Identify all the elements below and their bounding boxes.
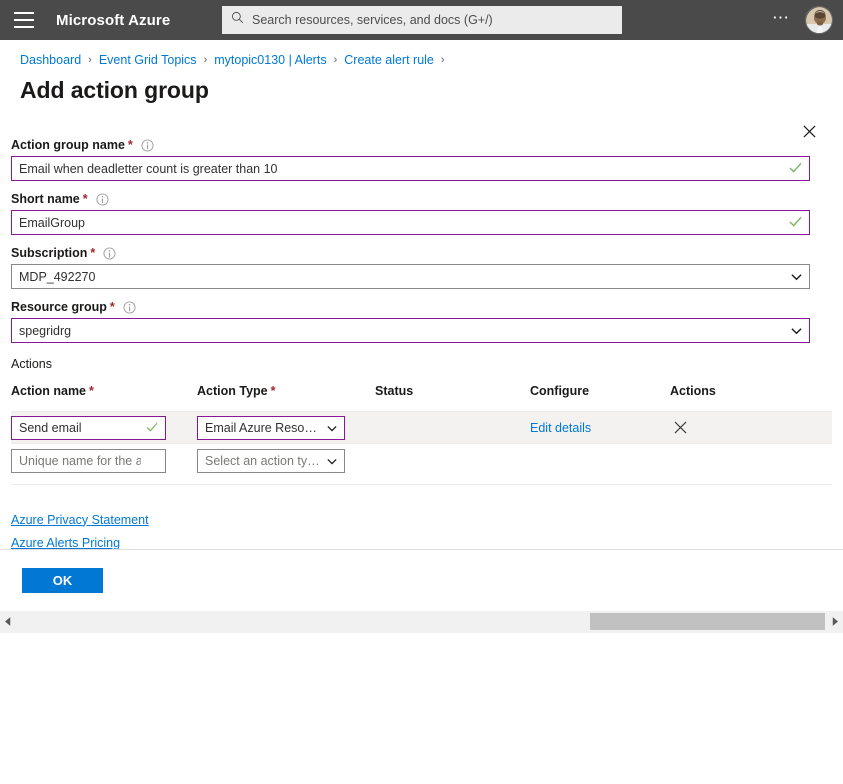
required-asterisk: * (90, 246, 96, 260)
column-header-action-name: Action name * (11, 384, 197, 412)
global-search-placeholder: Search resources, services, and docs (G+… (252, 13, 493, 27)
cell-action-type: Select an action type (197, 444, 375, 476)
search-icon (231, 11, 244, 29)
info-icon[interactable] (96, 192, 109, 206)
header-text: Actions (670, 384, 716, 398)
ellipsis-icon[interactable]: ⋯ (764, 9, 799, 32)
label-text: Short name (11, 192, 80, 206)
azure-brand-label[interactable]: Microsoft Azure (56, 12, 170, 29)
actions-section-label: Actions (11, 357, 52, 371)
label-resource-group: Resource group * (11, 300, 810, 314)
breadcrumb-separator: › (88, 54, 92, 66)
row-action-type-value: Email Azure Resourc... (205, 420, 333, 435)
actions-table-header-row: Action name * Action Type * Status Configu… (11, 384, 832, 412)
row-action-name-input[interactable] (12, 416, 165, 439)
info-icon[interactable] (123, 300, 136, 314)
breadcrumb-item-mytopic-alerts[interactable]: mytopic0130 | Alerts (214, 53, 326, 67)
actions-table-bottom-divider (11, 483, 832, 485)
cell-status (375, 411, 530, 444)
breadcrumb-item-create-alert-rule[interactable]: Create alert rule (344, 53, 434, 67)
required-asterisk: * (270, 384, 276, 398)
cell-remove-action (670, 411, 832, 444)
page-title: Add action group (20, 77, 209, 103)
header-text: Configure (530, 384, 590, 398)
subscription-dropdown[interactable]: MDP_492270 (11, 264, 810, 289)
cell-remove-action (670, 444, 832, 476)
actions-table-wrapper: Action name * Action Type * Status Configu… (0, 384, 843, 476)
field-action-group-name: Action group name * (11, 138, 810, 181)
row-action-type-dropdown[interactable]: Email Azure Resourc... (197, 415, 345, 440)
breadcrumb-separator: › (333, 54, 338, 66)
info-icon[interactable] (103, 246, 116, 260)
blade-footer: OK (0, 548, 843, 611)
field-subscription: Subscription * MDP_492270 (11, 246, 810, 289)
required-asterisk: * (89, 384, 94, 398)
actions-table: Action name * Action Type * Status Configu… (11, 384, 832, 476)
breadcrumb-separator: › (440, 54, 445, 66)
row-action-name-input-wrapper (11, 415, 166, 440)
cell-action-name (11, 444, 197, 476)
label-text: Subscription (11, 246, 88, 260)
row-action-type-dropdown[interactable]: Select an action type (197, 448, 345, 473)
breadcrumb: Dashboard › Event Grid Topics › mytopic0… (0, 40, 843, 67)
table-row: Select an action type (11, 444, 832, 476)
edit-details-link[interactable]: Edit details (530, 421, 591, 435)
row-action-name-input[interactable] (12, 449, 165, 472)
input-wrapper-action-group-name (11, 156, 810, 181)
scrollbar-thumb[interactable] (590, 612, 825, 630)
cell-configure (530, 444, 670, 476)
subscription-value: MDP_492270 (19, 269, 96, 284)
column-header-configure: Configure (530, 384, 670, 412)
resource-group-value: spegridrg (19, 323, 72, 338)
top-navigation-bar: Microsoft Azure Search resources, servic… (0, 0, 843, 40)
scroll-left-arrow-icon[interactable] (0, 611, 17, 633)
horizontal-scrollbar[interactable] (0, 610, 843, 633)
legal-links: Azure Privacy Statement Azure Alerts Pri… (11, 513, 843, 550)
label-action-group-name: Action group name * (11, 138, 810, 152)
global-search-box[interactable]: Search resources, services, and docs (G+… (222, 6, 622, 34)
breadcrumb-item-dashboard[interactable]: Dashboard (20, 53, 81, 67)
column-header-actions: Actions (670, 384, 832, 412)
ok-button[interactable]: OK (22, 567, 103, 593)
row-action-type-value: Select an action type (205, 453, 322, 468)
cell-action-type: Email Azure Resourc... (197, 411, 375, 444)
cell-action-name (11, 411, 197, 444)
top-bar-right-cluster: ⋯ (764, 0, 833, 40)
azure-alerts-pricing-link[interactable]: Azure Alerts Pricing (11, 536, 120, 550)
header-text: Action Type (197, 384, 268, 398)
field-resource-group: Resource group * spegridrg (11, 300, 810, 343)
info-icon[interactable] (141, 138, 154, 152)
column-header-action-type: Action Type * (197, 384, 375, 412)
input-wrapper-short-name (11, 210, 810, 235)
required-asterisk: * (109, 300, 115, 314)
required-asterisk: * (82, 192, 88, 206)
header-text: Action name (11, 384, 87, 398)
hamburger-menu-icon[interactable] (14, 12, 34, 28)
cell-configure: Edit details (530, 411, 670, 444)
cell-status (375, 444, 530, 476)
short-name-input[interactable] (12, 211, 809, 234)
label-text: Action group name (11, 138, 125, 152)
table-row: Email Azure Resourc... Edit details (11, 411, 832, 444)
column-header-status: Status (375, 384, 530, 412)
close-blade-icon[interactable] (797, 119, 821, 143)
label-subscription: Subscription * (11, 246, 810, 260)
header-text: Status (375, 384, 414, 398)
breadcrumb-item-event-grid-topics[interactable]: Event Grid Topics (99, 53, 197, 67)
action-group-form: Action group name * Email when deadlette… (0, 138, 843, 343)
required-asterisk: * (127, 138, 133, 152)
scrollbar-track[interactable] (17, 611, 826, 633)
label-text: Resource group (11, 300, 107, 314)
resource-group-dropdown[interactable]: spegridrg (11, 318, 810, 343)
action-group-name-input[interactable] (12, 157, 809, 180)
user-avatar[interactable] (805, 6, 833, 34)
blade-content: Dashboard › Event Grid Topics › mytopic0… (0, 40, 843, 633)
scroll-right-arrow-icon[interactable] (826, 611, 843, 633)
field-short-name: Short name * (11, 192, 810, 235)
azure-privacy-statement-link[interactable]: Azure Privacy Statement (11, 513, 149, 527)
row-action-name-input-wrapper (11, 448, 166, 473)
breadcrumb-separator: › (203, 54, 208, 66)
remove-action-icon[interactable] (670, 418, 690, 438)
label-short-name: Short name * (11, 192, 810, 206)
